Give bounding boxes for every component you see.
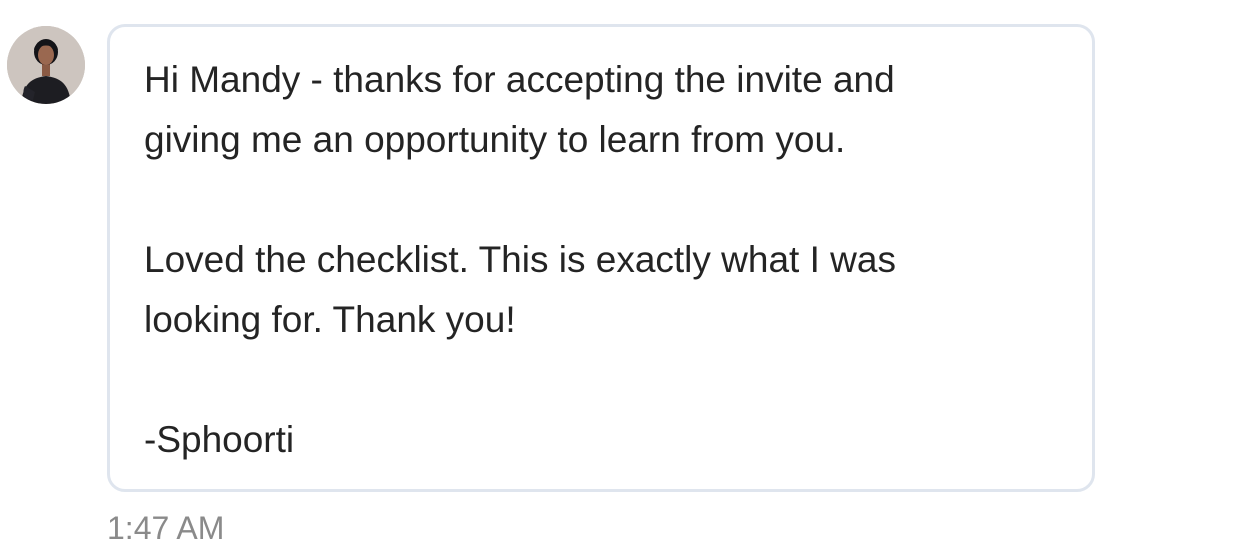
message-line: Loved the checklist. This is exactly wha… — [144, 239, 896, 280]
avatar-photo-icon — [7, 26, 85, 104]
message-line: giving me an opportunity to learn from y… — [144, 119, 846, 160]
message-line: Hi Mandy - thanks for accepting the invi… — [144, 59, 895, 100]
message-signature: -Sphoorti — [144, 419, 295, 460]
message-line: looking for. Thank you! — [144, 299, 516, 340]
message-thread: Hi Mandy - thanks for accepting the invi… — [0, 0, 1253, 556]
message-timestamp: 1:47 AM — [107, 510, 225, 546]
sender-avatar[interactable] — [7, 26, 85, 104]
